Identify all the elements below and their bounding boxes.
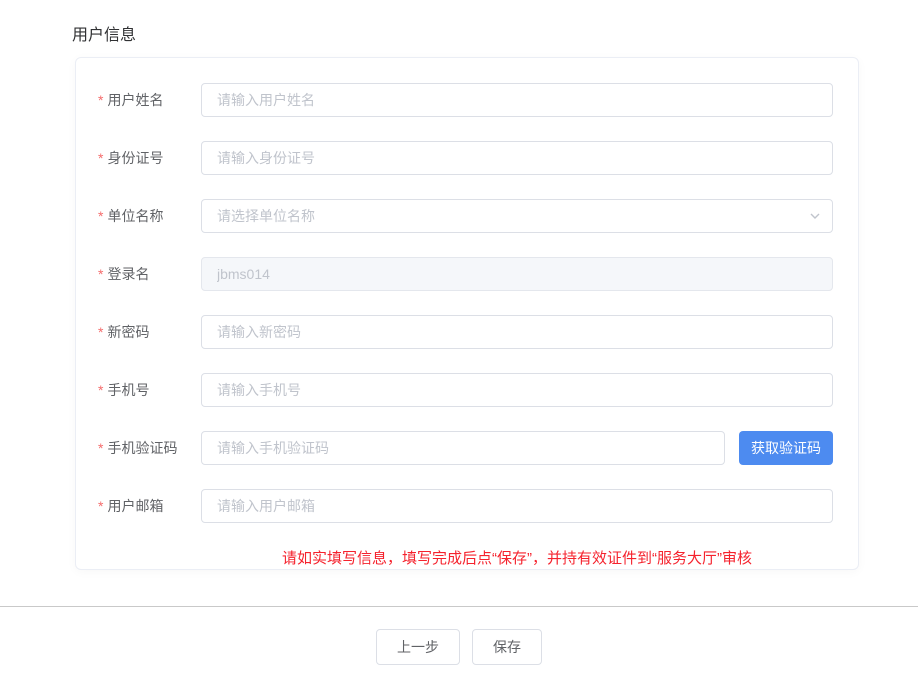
required-asterisk: * — [98, 266, 103, 282]
form-item-new-password: *新密码 — [98, 315, 833, 349]
form-item-sms-code: *手机验证码 获取验证码 — [98, 431, 833, 465]
field-label-text: 用户姓名 — [107, 92, 163, 108]
login-name-input — [201, 257, 833, 291]
form-item-idcard: *身份证号 — [98, 141, 833, 175]
get-verification-code-button[interactable]: 获取验证码 — [739, 431, 833, 465]
username-input[interactable] — [201, 83, 833, 117]
phone-input[interactable] — [201, 373, 833, 407]
required-asterisk: * — [98, 92, 103, 108]
page-title: 用户信息 — [72, 21, 136, 45]
required-asterisk: * — [98, 382, 103, 398]
required-asterisk: * — [98, 208, 103, 224]
required-asterisk: * — [98, 150, 103, 166]
required-asterisk: * — [98, 324, 103, 340]
field-label-text: 用户邮箱 — [107, 498, 163, 514]
form-item-organization: *单位名称 — [98, 199, 833, 233]
field-label-text: 身份证号 — [107, 150, 163, 166]
form-item-email: *用户邮箱 — [98, 489, 833, 523]
field-label-new-password: *新密码 — [98, 322, 201, 342]
user-info-form-card: *用户姓名 *身份证号 *单位名称 *登录名 *新密码 *手机号 — [75, 57, 859, 570]
form-item-login-name: *登录名 — [98, 257, 833, 291]
idcard-input[interactable] — [201, 141, 833, 175]
required-asterisk: * — [98, 440, 103, 456]
field-label-sms-code: *手机验证码 — [98, 438, 201, 458]
organization-select[interactable] — [201, 199, 833, 233]
footer-actions: 上一步 保存 — [0, 629, 918, 665]
field-label-login-name: *登录名 — [98, 264, 201, 284]
form-item-username: *用户姓名 — [98, 83, 833, 117]
field-control: 获取验证码 — [201, 431, 833, 465]
sms-code-input[interactable] — [201, 431, 725, 465]
field-label-text: 新密码 — [107, 324, 149, 340]
form-item-phone: *手机号 — [98, 373, 833, 407]
field-label-text: 手机号 — [107, 382, 149, 398]
previous-step-button[interactable]: 上一步 — [376, 629, 460, 665]
save-button[interactable]: 保存 — [472, 629, 542, 665]
field-label-email: *用户邮箱 — [98, 496, 201, 516]
field-label-username: *用户姓名 — [98, 90, 201, 110]
field-control — [201, 83, 833, 117]
field-control — [201, 199, 833, 233]
field-control — [201, 373, 833, 407]
footer-divider — [0, 606, 918, 607]
field-label-idcard: *身份证号 — [98, 148, 201, 168]
field-control — [201, 141, 833, 175]
email-input[interactable] — [201, 489, 833, 523]
field-label-phone: *手机号 — [98, 380, 201, 400]
field-control — [201, 315, 833, 349]
field-label-organization: *单位名称 — [98, 206, 201, 226]
field-control — [201, 257, 833, 291]
required-asterisk: * — [98, 498, 103, 514]
new-password-input[interactable] — [201, 315, 833, 349]
field-label-text: 登录名 — [107, 266, 149, 282]
form-note: 请如实填写信息，填写完成后点“保存”，并持有效证件到“服务大厅”审核 — [201, 547, 833, 568]
field-label-text: 单位名称 — [107, 208, 163, 224]
field-label-text: 手机验证码 — [107, 440, 177, 456]
field-control — [201, 489, 833, 523]
